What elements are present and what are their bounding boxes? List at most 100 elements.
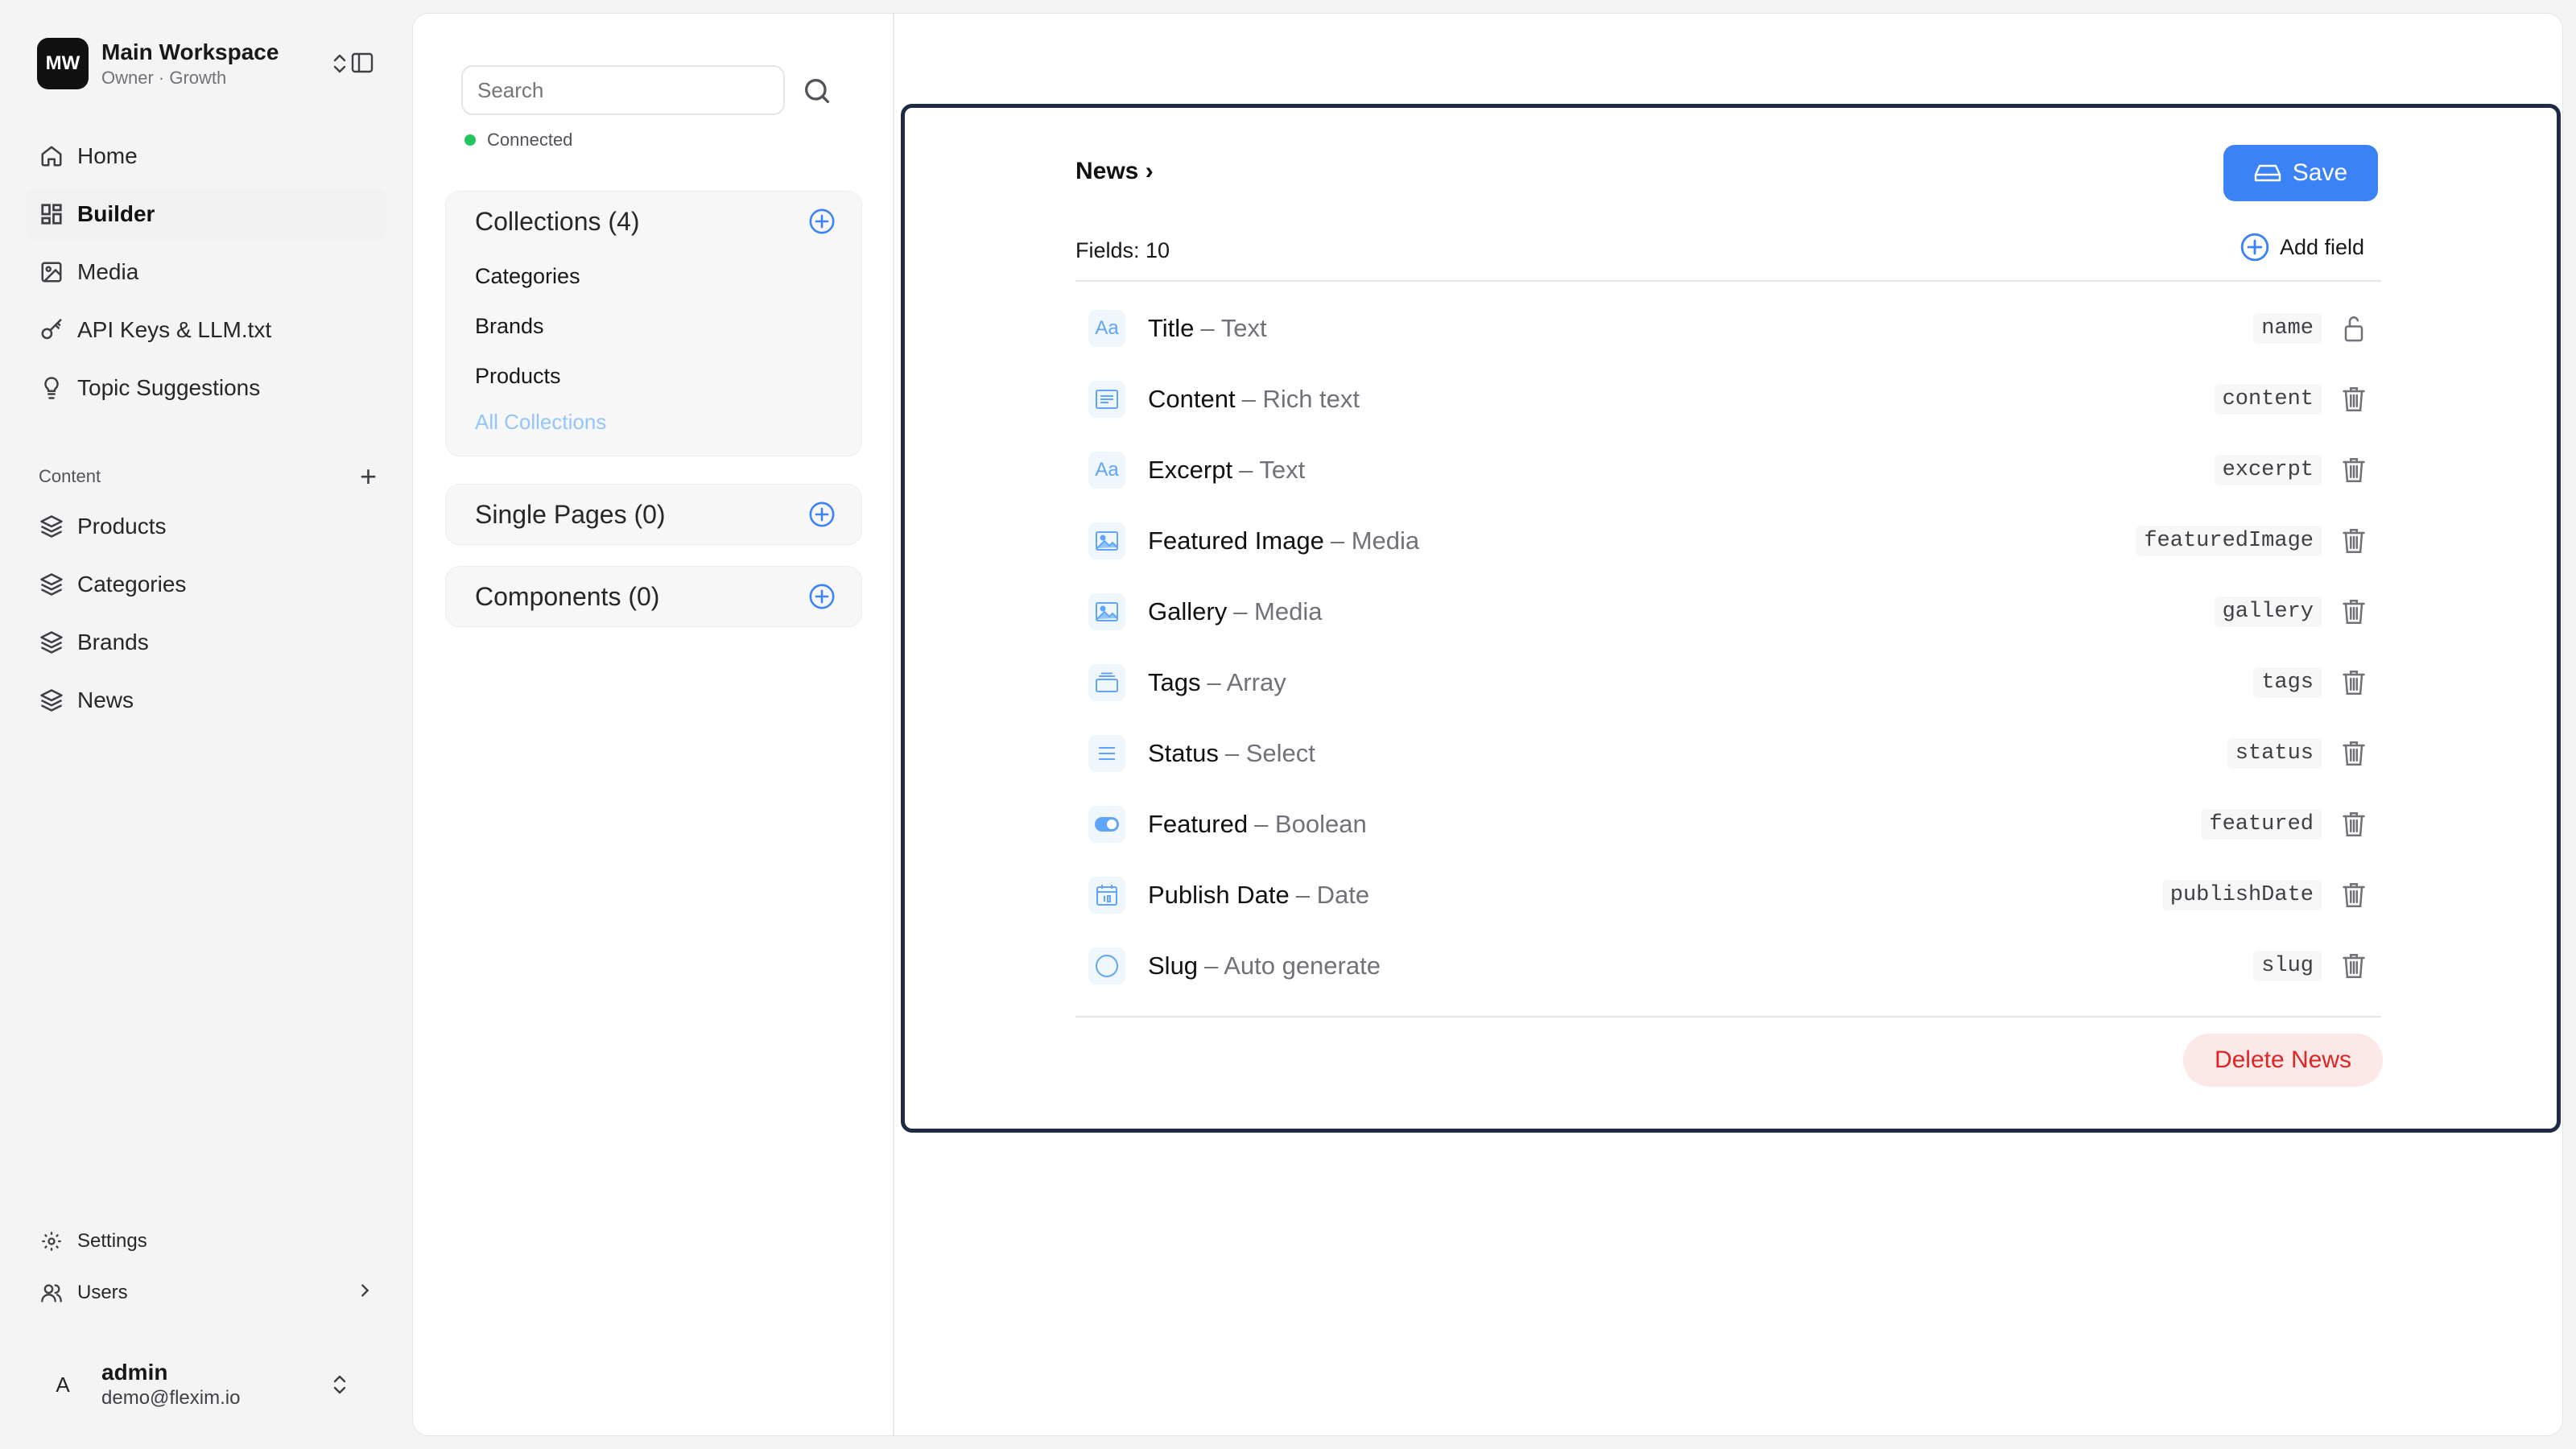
field-row-gallery[interactable]: Gallery – Media gallery [1075, 576, 2381, 647]
content-item-products[interactable]: Products [26, 501, 386, 552]
select-icon [1088, 735, 1125, 772]
field-key: content [2214, 384, 2322, 415]
workspace-name: Main Workspace [101, 39, 279, 64]
lock-icon[interactable] [2338, 312, 2370, 345]
sidebar-toggle-icon[interactable] [349, 50, 375, 76]
trash-icon[interactable] [2338, 525, 2370, 557]
text-icon: Aa [1088, 310, 1125, 347]
auto-icon [1088, 947, 1125, 985]
add-field-button[interactable]: Add field [2240, 232, 2364, 262]
nav-item-label: Settings [77, 1230, 147, 1252]
add-content-icon[interactable]: + [360, 462, 377, 491]
field-key: featuredImage [2136, 526, 2322, 556]
search-icon[interactable] [801, 75, 833, 107]
collections-list: Categories Brands Products All Collectio… [446, 251, 861, 456]
field-type: – Auto generate [1204, 952, 1381, 980]
collection-item-brands[interactable]: Brands [475, 301, 832, 351]
home-icon [39, 143, 64, 169]
fields-list: Aa Title – Text name Content – Rich text… [1075, 293, 2381, 1001]
content-item-news[interactable]: News [26, 675, 386, 726]
key-icon [39, 317, 64, 343]
field-row-slug[interactable]: Slug – Auto generate slug [1075, 931, 2381, 1001]
nav-item-users[interactable]: Users [26, 1270, 386, 1315]
field-name: Content [1148, 385, 1236, 413]
boolean-icon [1088, 806, 1125, 843]
content-nav: Products Categories Brands News [26, 501, 386, 733]
single-pages-card: Single Pages (0) [445, 484, 862, 545]
field-name: Status [1148, 739, 1219, 767]
workspace-logo: MW [37, 38, 89, 89]
collections-header: Collections (4) [446, 192, 861, 251]
user-menu[interactable]: A admin demo@flexim.io [37, 1352, 375, 1417]
trash-icon[interactable] [2338, 808, 2370, 840]
connection-status-text: Connected [487, 130, 573, 150]
field-type: – Boolean [1254, 810, 1367, 838]
content-section-header: Content + [39, 460, 377, 493]
field-row-tags[interactable]: Tags – Array tags [1075, 647, 2381, 718]
divider [1075, 280, 2381, 282]
content-item-categories[interactable]: Categories [26, 559, 386, 610]
nav-item-home[interactable]: Home [26, 130, 386, 182]
save-button[interactable]: Save [2223, 145, 2378, 201]
field-row-content[interactable]: Content – Rich text content [1075, 364, 2381, 435]
trash-icon[interactable] [2338, 596, 2370, 628]
plus-circle-icon [2240, 233, 2269, 262]
collection-item-categories[interactable]: Categories [475, 251, 832, 301]
trash-icon[interactable] [2338, 737, 2370, 770]
hard-drive-icon [2254, 164, 2281, 182]
collections-title: Collections (4) [475, 206, 640, 236]
lightbulb-icon [39, 375, 64, 401]
all-collections-link[interactable]: All Collections [475, 401, 832, 443]
components-card: Components (0) [445, 566, 862, 627]
bottom-nav: Settings Users [26, 1219, 386, 1322]
connection-status: Connected [464, 130, 572, 151]
field-type: – Text [1239, 456, 1306, 484]
field-row-excerpt[interactable]: Aa Excerpt – Text excerpt [1075, 435, 2381, 506]
field-row-publish-date[interactable]: Publish Date – Date publishDate [1075, 860, 2381, 931]
add-component-icon[interactable] [808, 583, 836, 610]
single-pages-title: Single Pages (0) [475, 499, 666, 529]
content-item-label: Categories [77, 572, 187, 597]
add-single-page-icon[interactable] [808, 501, 836, 528]
nav-item-api-keys[interactable]: API Keys & LLM.txt [26, 304, 386, 356]
trash-icon[interactable] [2338, 950, 2370, 982]
field-row-title[interactable]: Aa Title – Text name [1075, 293, 2381, 364]
richtext-icon [1088, 381, 1125, 418]
field-name: Featured Image [1148, 526, 1324, 555]
nav-item-builder[interactable]: Builder [26, 188, 386, 240]
breadcrumb[interactable]: News › [1075, 158, 1154, 185]
nav-item-media[interactable]: Media [26, 246, 386, 298]
field-name: Publish Date [1148, 881, 1290, 909]
field-row-status[interactable]: Status – Select status [1075, 718, 2381, 789]
media-icon [1088, 593, 1125, 630]
field-row-featured[interactable]: Featured – Boolean featured [1075, 789, 2381, 860]
nav-item-label: Builder [77, 201, 155, 226]
workspace-info: Main Workspace Owner · Growth [101, 38, 327, 89]
workspace-subtitle: Owner · Growth [101, 68, 227, 88]
schema-browser: Connected Collections (4) Categories Bra… [413, 14, 894, 1435]
add-collection-icon[interactable] [808, 208, 836, 235]
collection-item-products[interactable]: Products [475, 351, 832, 401]
date-icon [1088, 877, 1125, 914]
trash-icon[interactable] [2338, 383, 2370, 415]
content-item-brands[interactable]: Brands [26, 617, 386, 668]
field-key: publishDate [2161, 880, 2322, 910]
media-icon [1088, 522, 1125, 559]
trash-icon[interactable] [2338, 667, 2370, 699]
nav-item-settings[interactable]: Settings [26, 1219, 386, 1264]
layers-icon [39, 572, 64, 597]
chevron-right-icon [356, 1282, 374, 1305]
chevron-up-down-icon[interactable] [327, 1368, 353, 1401]
save-label: Save [2292, 159, 2348, 186]
trash-icon[interactable] [2338, 879, 2370, 911]
workspace-switcher[interactable]: MW Main Workspace Owner · Growth [37, 37, 375, 90]
layers-icon [39, 630, 64, 655]
delete-collection-button[interactable]: Delete News [2183, 1034, 2383, 1087]
nav-item-topic-suggestions[interactable]: Topic Suggestions [26, 362, 386, 414]
field-name: Gallery [1148, 597, 1228, 625]
user-name: admin [101, 1360, 168, 1385]
trash-icon[interactable] [2338, 454, 2370, 486]
field-row-featured-image[interactable]: Featured Image – Media featuredImage [1075, 506, 2381, 576]
users-icon [39, 1280, 64, 1306]
search-input[interactable] [461, 65, 785, 115]
